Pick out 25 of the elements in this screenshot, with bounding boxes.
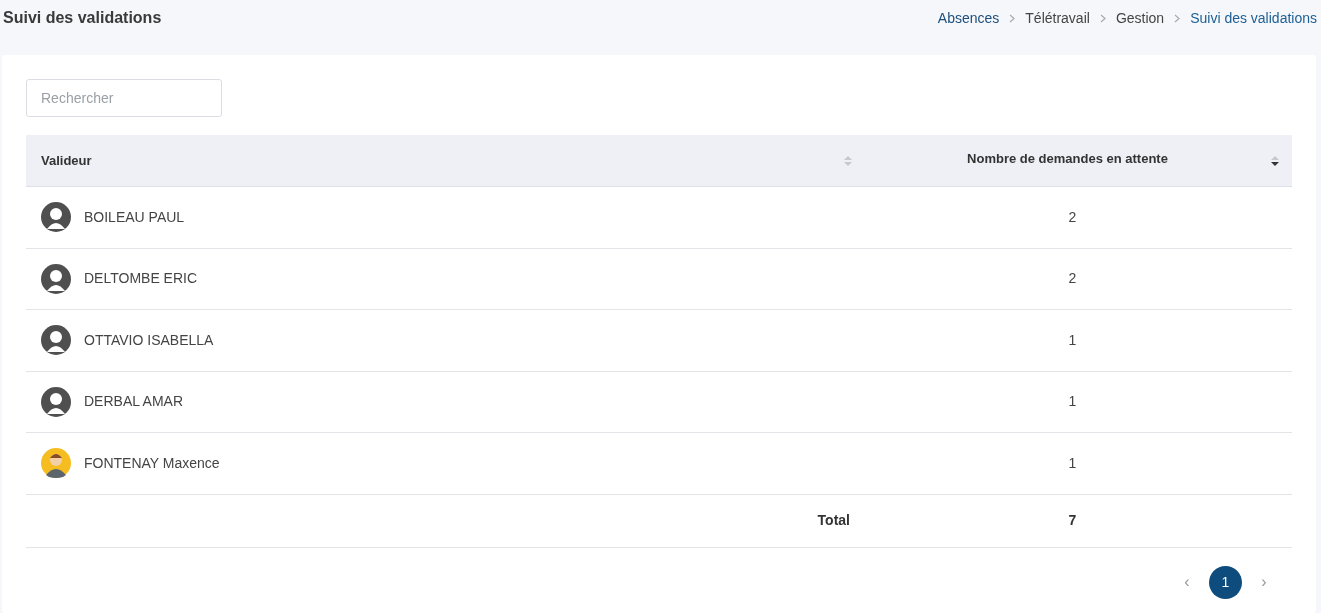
breadcrumb-item: Suivi des validations [1190, 8, 1317, 28]
page-title: Suivi des validations [3, 8, 162, 28]
validator-name: FONTENAY Maxence [84, 453, 220, 473]
pending-count: 2 [1067, 269, 1078, 289]
validator-name: OTTAVIO ISABELLA [84, 330, 214, 350]
breadcrumb-item[interactable]: Absences [937, 7, 1000, 29]
pending-count: 2 [1067, 207, 1078, 227]
pending-count: 1 [1067, 453, 1078, 473]
sort-icon[interactable] [1270, 154, 1280, 167]
validator-name: DELTOMBE ERIC [84, 269, 198, 289]
total-value: 7 [1067, 511, 1078, 530]
pending-count: 1 [1067, 392, 1078, 412]
chevron-icon [1174, 13, 1181, 23]
search-field[interactable]: Rechercher [26, 79, 222, 117]
pending-count: 1 [1067, 330, 1078, 350]
breadcrumb-item: Télétravail [1025, 8, 1090, 28]
validator-name: BOILEAU PAUL [84, 207, 185, 227]
breadcrumb-item: Gestion [1115, 8, 1165, 28]
page-button[interactable]: 1 [1209, 565, 1242, 599]
validator-name: DERBAL AMAR [84, 392, 184, 412]
column-header: Valideur [41, 151, 92, 170]
total-label: Total [817, 511, 850, 530]
chevron-icon [1009, 13, 1016, 23]
column-header: Nombre de demandes en attente [966, 149, 1169, 168]
chevron-icon [1099, 13, 1106, 23]
